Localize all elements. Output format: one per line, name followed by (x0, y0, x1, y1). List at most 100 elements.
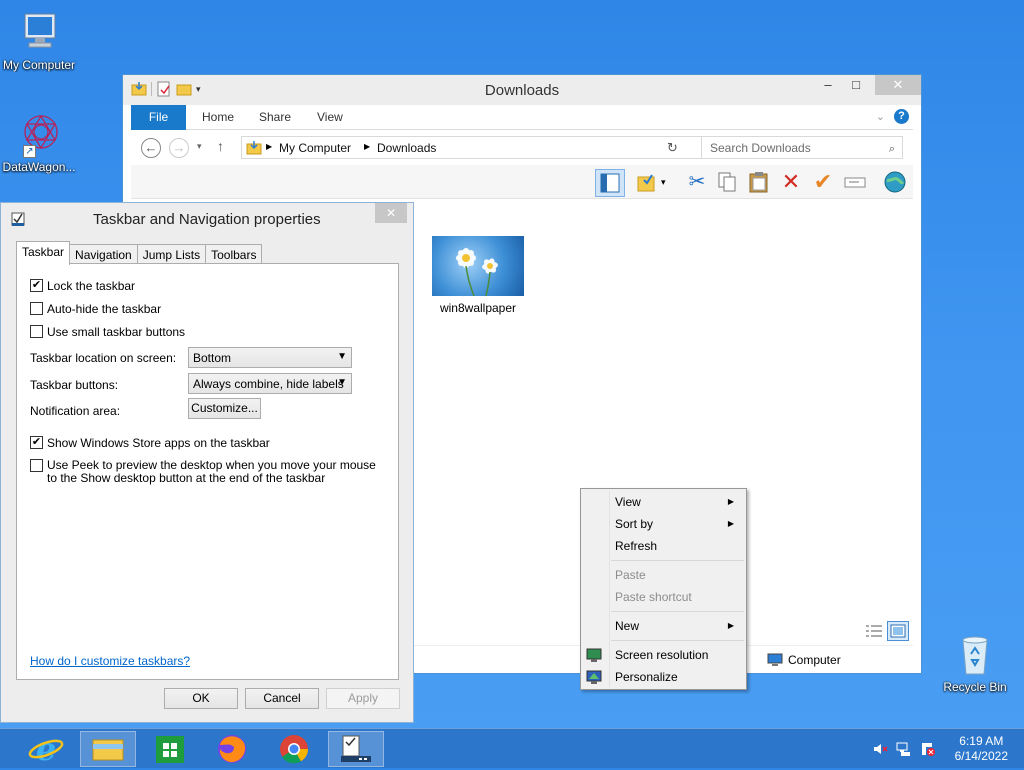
cut-icon[interactable]: ✂ (685, 170, 709, 194)
checkmark-icon[interactable]: ✔ (811, 170, 835, 194)
tab-file[interactable]: File (131, 105, 186, 130)
rename-icon[interactable] (843, 170, 867, 194)
lock-taskbar-checkbox[interactable]: ✔ (30, 279, 43, 292)
menu-item-refresh[interactable]: Refresh (615, 536, 742, 556)
location-value: Bottom (193, 351, 232, 365)
store-apps-label: Show Windows Store apps on the taskbar (47, 436, 270, 450)
tab-share[interactable]: Share (245, 105, 305, 130)
taskbar-store[interactable] (142, 731, 198, 767)
taskbar-internet-explorer[interactable]: e (18, 730, 74, 768)
details-view-icon[interactable] (865, 623, 885, 641)
status-location: Computer (788, 653, 841, 667)
taskbar-file-explorer[interactable] (80, 731, 136, 767)
store-apps-checkbox[interactable]: ✔ (30, 436, 43, 449)
paste-icon[interactable] (747, 170, 771, 194)
action-center-icon[interactable] (920, 741, 936, 760)
firefox-icon (218, 735, 246, 763)
internet-explorer-icon: e (28, 730, 64, 768)
maximize-button[interactable]: □ (843, 75, 869, 95)
apply-button[interactable]: Apply (326, 688, 400, 709)
menu-item-view[interactable]: View ▶ (615, 492, 742, 512)
submenu-arrow-icon: ▶ (727, 621, 734, 630)
large-icons-view-icon[interactable] (887, 621, 909, 641)
small-buttons-option[interactable]: Use small taskbar buttons (30, 325, 185, 339)
dialog-close-button[interactable]: ✕ (375, 203, 407, 223)
address-bar[interactable]: ▶ My Computer ▶ Downloads ⌄ (241, 136, 765, 159)
globe-icon[interactable] (883, 170, 907, 194)
help-icon[interactable]: ? (894, 109, 909, 124)
help-link[interactable]: How do I customize taskbars? (30, 654, 190, 668)
tab-toolbars[interactable]: Toolbars (205, 244, 263, 265)
copy-icon[interactable] (715, 170, 739, 194)
notification-label: Notification area: (30, 404, 121, 418)
menu-item-sort-by[interactable]: Sort by ▶ (615, 514, 742, 534)
up-button[interactable]: ↑ (217, 138, 224, 154)
desktop-icon-label: Recycle Bin (943, 680, 1007, 694)
breadcrumb-downloads[interactable]: Downloads (377, 141, 436, 155)
taskbar-properties-app[interactable] (328, 731, 384, 767)
auto-hide-option[interactable]: Auto-hide the taskbar (30, 302, 161, 316)
peek-label: Use Peek to preview the desktop when you… (47, 458, 376, 485)
file-item[interactable]: win8wallpaper (431, 236, 525, 315)
breadcrumb-separator-icon[interactable]: ▶ (266, 142, 272, 151)
close-button[interactable]: ✕ (875, 75, 921, 95)
dialog-title-bar[interactable]: Taskbar and Navigation properties ✕ (1, 203, 413, 235)
clock[interactable]: 6:19 AM 6/14/2022 (955, 734, 1008, 764)
submenu-arrow-icon: ▶ (727, 497, 734, 506)
menu-item-personalize[interactable]: Personalize (615, 667, 742, 687)
preview-pane-icon[interactable] (595, 169, 625, 197)
delete-icon[interactable]: ✕ (779, 170, 803, 194)
taskbar-firefox[interactable] (204, 731, 260, 767)
search-input[interactable]: Search Downloads (701, 136, 903, 159)
clock-time: 6:19 AM (959, 734, 1004, 748)
small-buttons-checkbox[interactable] (30, 325, 43, 338)
back-button[interactable]: ← (141, 138, 161, 158)
location-select[interactable]: Bottom ▼ (188, 347, 352, 368)
volume-muted-icon[interactable] (872, 741, 888, 760)
auto-hide-checkbox[interactable] (30, 302, 43, 315)
tab-taskbar[interactable]: Taskbar (16, 241, 71, 265)
peek-checkbox[interactable] (30, 459, 43, 472)
desktop-icon-label: DataWagon... (2, 160, 76, 174)
tab-jump-lists[interactable]: Jump Lists (136, 244, 207, 265)
cancel-button[interactable]: Cancel (245, 688, 319, 709)
recycle-bin-icon (951, 630, 999, 678)
recent-locations-icon[interactable]: ▾ (197, 141, 202, 152)
forward-button[interactable]: → (169, 138, 189, 158)
chrome-icon (280, 735, 309, 764)
tab-home[interactable]: Home (188, 105, 248, 130)
folder-options-icon[interactable] (635, 170, 659, 194)
breadcrumb-separator-icon[interactable]: ▶ (364, 142, 370, 151)
taskbar-properties-icon (11, 211, 27, 227)
menu-gutter (609, 491, 610, 687)
minimize-button[interactable]: – (815, 75, 841, 95)
desktop-icon-recycle-bin[interactable]: Recycle Bin (936, 630, 1014, 694)
folder-icon (246, 140, 262, 159)
tab-navigation[interactable]: Navigation (69, 244, 138, 265)
peek-option[interactable]: Use Peek to preview the desktop when you… (30, 459, 385, 485)
ok-button[interactable]: OK (164, 688, 238, 709)
ribbon-expand-icon[interactable]: ⌄ (876, 110, 885, 123)
tab-view[interactable]: View (303, 105, 357, 130)
store-apps-option[interactable]: ✔ Show Windows Store apps on the taskbar (30, 436, 270, 450)
breadcrumb-my-computer[interactable]: My Computer (279, 141, 351, 155)
network-icon[interactable] (896, 741, 912, 760)
taskbar-chrome[interactable] (266, 731, 322, 767)
desktop-icon-datawagon[interactable]: ↗ DataWagon... (0, 110, 78, 174)
search-icon[interactable]: ⌕ (889, 143, 895, 156)
dropdown-arrow-icon[interactable]: ▾ (661, 170, 671, 194)
menu-item-paste-shortcut[interactable]: Paste shortcut (615, 587, 742, 607)
auto-hide-label: Auto-hide the taskbar (47, 302, 162, 316)
explorer-title-bar[interactable]: ▾ Downloads – □ ✕ (123, 75, 921, 105)
buttons-select[interactable]: Always combine, hide labels ▼ (188, 373, 352, 394)
refresh-button[interactable]: ↻ (667, 140, 678, 156)
customize-button[interactable]: Customize... (188, 398, 261, 419)
command-toolbar: ▾ ✂ ✕ ✔ (131, 165, 913, 199)
lock-taskbar-option[interactable]: ✔ Lock the taskbar (30, 279, 135, 293)
menu-item-paste[interactable]: Paste (615, 565, 742, 585)
menu-item-new[interactable]: New ▶ (615, 616, 742, 636)
desktop-icon-my-computer[interactable]: My Computer (0, 8, 78, 72)
menu-item-screen-resolution[interactable]: Screen resolution (615, 645, 742, 665)
taskbar: e 6:19 AM 6/14/2022 (0, 728, 1024, 768)
screen-resolution-icon (586, 647, 602, 663)
